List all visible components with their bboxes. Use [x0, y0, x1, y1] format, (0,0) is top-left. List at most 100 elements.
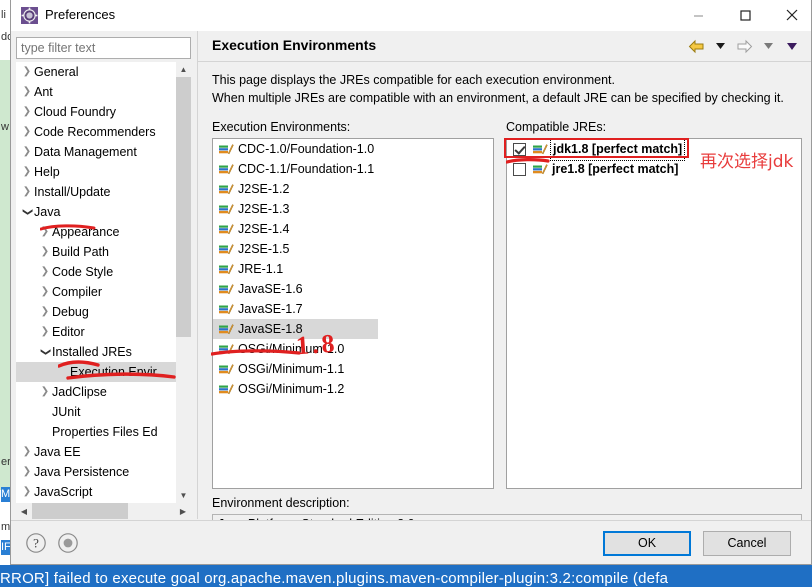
sidebar-item-compiler[interactable]: ❯ Compiler: [16, 282, 176, 302]
execution-environment-item[interactable]: J2SE-1.2: [213, 179, 493, 199]
execution-environment-books-icon: [219, 223, 234, 234]
chevron-right-icon[interactable]: ❯: [20, 102, 34, 122]
execution-environment-item[interactable]: JRE-1.1: [213, 259, 493, 279]
restore-defaults-icon[interactable]: [57, 532, 79, 554]
jre-books-icon: [533, 163, 548, 174]
question-mark-icon[interactable]: ?: [25, 532, 47, 554]
sidebar-item-debug[interactable]: ❯ Debug: [16, 302, 176, 322]
compatible-jre-item[interactable]: jre1.8 [perfect match]: [507, 159, 801, 179]
chevron-right-icon[interactable]: ❯: [20, 182, 34, 202]
sidebar-item-appearance[interactable]: ❯ Appearance: [16, 222, 176, 242]
scroll-up-icon[interactable]: ▲: [176, 62, 191, 77]
sidebar-item-install-update[interactable]: ❯ Install/Update: [16, 182, 176, 202]
minimize-button[interactable]: [675, 0, 721, 30]
sidebar-item-editor[interactable]: ❯ Editor: [16, 322, 176, 342]
chevron-right-icon[interactable]: ❯: [38, 242, 52, 262]
back-dropdown-chevron-down-icon[interactable]: [709, 35, 731, 57]
sidebar-item-code-style[interactable]: ❯ Code Style: [16, 262, 176, 282]
sidebar-item-label: Execution Envir: [70, 365, 157, 379]
sidebar-item-javascript[interactable]: ❯ JavaScript: [16, 482, 176, 502]
execution-environment-item[interactable]: J2SE-1.5: [213, 239, 493, 259]
chevron-right-icon[interactable]: ❯: [20, 442, 34, 462]
tree-hscroll-thumb[interactable]: [32, 503, 128, 519]
tree-horizontal-scrollbar[interactable]: ◀ ▶: [16, 503, 191, 519]
forward-arrow-icon[interactable]: [733, 35, 755, 57]
execution-environment-item[interactable]: J2SE-1.4: [213, 219, 493, 239]
sidebar-item-help[interactable]: ❯ Help: [16, 162, 176, 182]
checkbox-unchecked-icon[interactable]: [513, 162, 526, 176]
chevron-right-icon[interactable]: ❯: [38, 282, 52, 302]
chevron-right-icon[interactable]: ❯: [38, 262, 52, 282]
chevron-down-icon[interactable]: ❯: [17, 205, 37, 219]
background-text-fragment: w: [1, 121, 9, 133]
execution-environment-item[interactable]: CDC-1.1/Foundation-1.1: [213, 159, 493, 179]
execution-environment-item[interactable]: OSGi/Minimum-1.2: [213, 379, 493, 399]
chevron-right-icon[interactable]: ❯: [20, 82, 34, 102]
chevron-down-icon[interactable]: ❯: [35, 345, 55, 359]
execution-environment-item[interactable]: J2SE-1.3: [213, 199, 493, 219]
compatible-jre-item[interactable]: jdk1.8 [perfect match]: [507, 139, 801, 161]
environment-description-label: Environment description:: [212, 496, 350, 510]
scroll-down-icon[interactable]: ▼: [176, 488, 191, 503]
execution-environment-item[interactable]: CDC-1.0/Foundation-1.0: [213, 139, 493, 159]
checkbox-checked-icon[interactable]: [513, 142, 526, 156]
execution-environment-label: J2SE-1.2: [238, 182, 290, 196]
execution-environment-item[interactable]: JavaSE-1.8: [213, 319, 378, 339]
chevron-right-icon[interactable]: ❯: [20, 162, 34, 182]
svg-text:?: ?: [33, 536, 39, 551]
console-error-text: RROR] failed to execute goal org.apache.…: [0, 570, 669, 587]
preferences-tree: ❯ General ❯ Ant ❯ Cloud Foundry ❯ Code Recommen…: [16, 62, 191, 519]
ok-button[interactable]: OK: [603, 531, 691, 556]
chevron-right-icon[interactable]: ❯: [38, 322, 52, 342]
cancel-button[interactable]: Cancel: [703, 531, 791, 556]
back-arrow-icon[interactable]: [685, 35, 707, 57]
tree-vertical-scrollbar[interactable]: ▲ ▼: [176, 62, 191, 503]
chevron-right-icon[interactable]: ❯: [38, 222, 52, 242]
execution-environment-item[interactable]: OSGi/Minimum-1.1: [213, 359, 493, 379]
sidebar-item-build-path[interactable]: ❯ Build Path: [16, 242, 176, 262]
sidebar-item-java-persistence[interactable]: ❯ Java Persistence: [16, 462, 176, 482]
sidebar-item-label: JadClipse: [52, 385, 107, 399]
sidebar-item-properties-files-ed[interactable]: Properties Files Ed: [16, 422, 176, 442]
sidebar-item-jadclipse[interactable]: ❯ JadClipse: [16, 382, 176, 402]
chevron-right-icon[interactable]: ❯: [20, 142, 34, 162]
chevron-right-icon[interactable]: ❯: [20, 62, 34, 82]
compatible-jres-list[interactable]: jdk1.8 [perfect match] jre1.8 [perfect ma…: [506, 138, 802, 489]
close-button[interactable]: [769, 0, 812, 30]
sidebar-item-junit[interactable]: JUnit: [16, 402, 176, 422]
tree-vscroll-thumb[interactable]: [176, 77, 191, 337]
view-menu-chevron-down-icon[interactable]: [781, 35, 803, 57]
execution-environments-label: Execution Environments:: [212, 120, 351, 134]
scroll-left-icon[interactable]: ◀: [16, 503, 32, 519]
tree-scroll-area: ❯ General ❯ Ant ❯ Cloud Foundry ❯ Code Recommen…: [16, 62, 176, 503]
sidebar-item-cloud-foundry[interactable]: ❯ Cloud Foundry: [16, 102, 176, 122]
scroll-right-icon[interactable]: ▶: [175, 503, 191, 519]
chevron-right-icon[interactable]: ❯: [20, 122, 34, 142]
sidebar-item-data-management[interactable]: ❯ Data Management: [16, 142, 176, 162]
sidebar-item-label: Editor: [52, 325, 85, 339]
sidebar-item-execution-envir[interactable]: Execution Envir: [16, 362, 176, 382]
execution-environment-label: J2SE-1.4: [238, 222, 290, 236]
chevron-right-icon[interactable]: ❯: [38, 302, 52, 322]
chevron-right-icon[interactable]: ❯: [38, 382, 52, 402]
sidebar-item-java-ee[interactable]: ❯ Java EE: [16, 442, 176, 462]
sidebar-item-ant[interactable]: ❯ Ant: [16, 82, 176, 102]
execution-environment-label: CDC-1.0/Foundation-1.0: [238, 142, 375, 156]
execution-environment-books-icon: [219, 243, 234, 254]
sidebar-item-general[interactable]: ❯ General: [16, 62, 176, 82]
execution-environment-label: JavaSE-1.8: [238, 322, 303, 336]
sidebar-item-installed-jres[interactable]: ❯Installed JREs: [16, 342, 176, 362]
sidebar-item-code-recommenders[interactable]: ❯ Code Recommenders: [16, 122, 176, 142]
execution-environment-item[interactable]: JavaSE-1.6: [213, 279, 493, 299]
chevron-right-icon[interactable]: ❯: [20, 482, 34, 502]
forward-dropdown-chevron-down-icon[interactable]: [757, 35, 779, 57]
filter-input[interactable]: [16, 37, 191, 59]
execution-environment-item[interactable]: JavaSE-1.7: [213, 299, 493, 319]
execution-environments-list[interactable]: CDC-1.0/Foundation-1.0 CDC-1.1/Foundation…: [212, 138, 494, 489]
execution-environment-item[interactable]: OSGi/Minimum-1.0: [213, 339, 493, 359]
sidebar-item-java[interactable]: ❯Java: [16, 202, 176, 222]
sidebar-item-label: Compiler: [52, 285, 103, 299]
chevron-right-icon[interactable]: ❯: [20, 462, 34, 482]
maximize-button[interactable]: [722, 0, 768, 30]
